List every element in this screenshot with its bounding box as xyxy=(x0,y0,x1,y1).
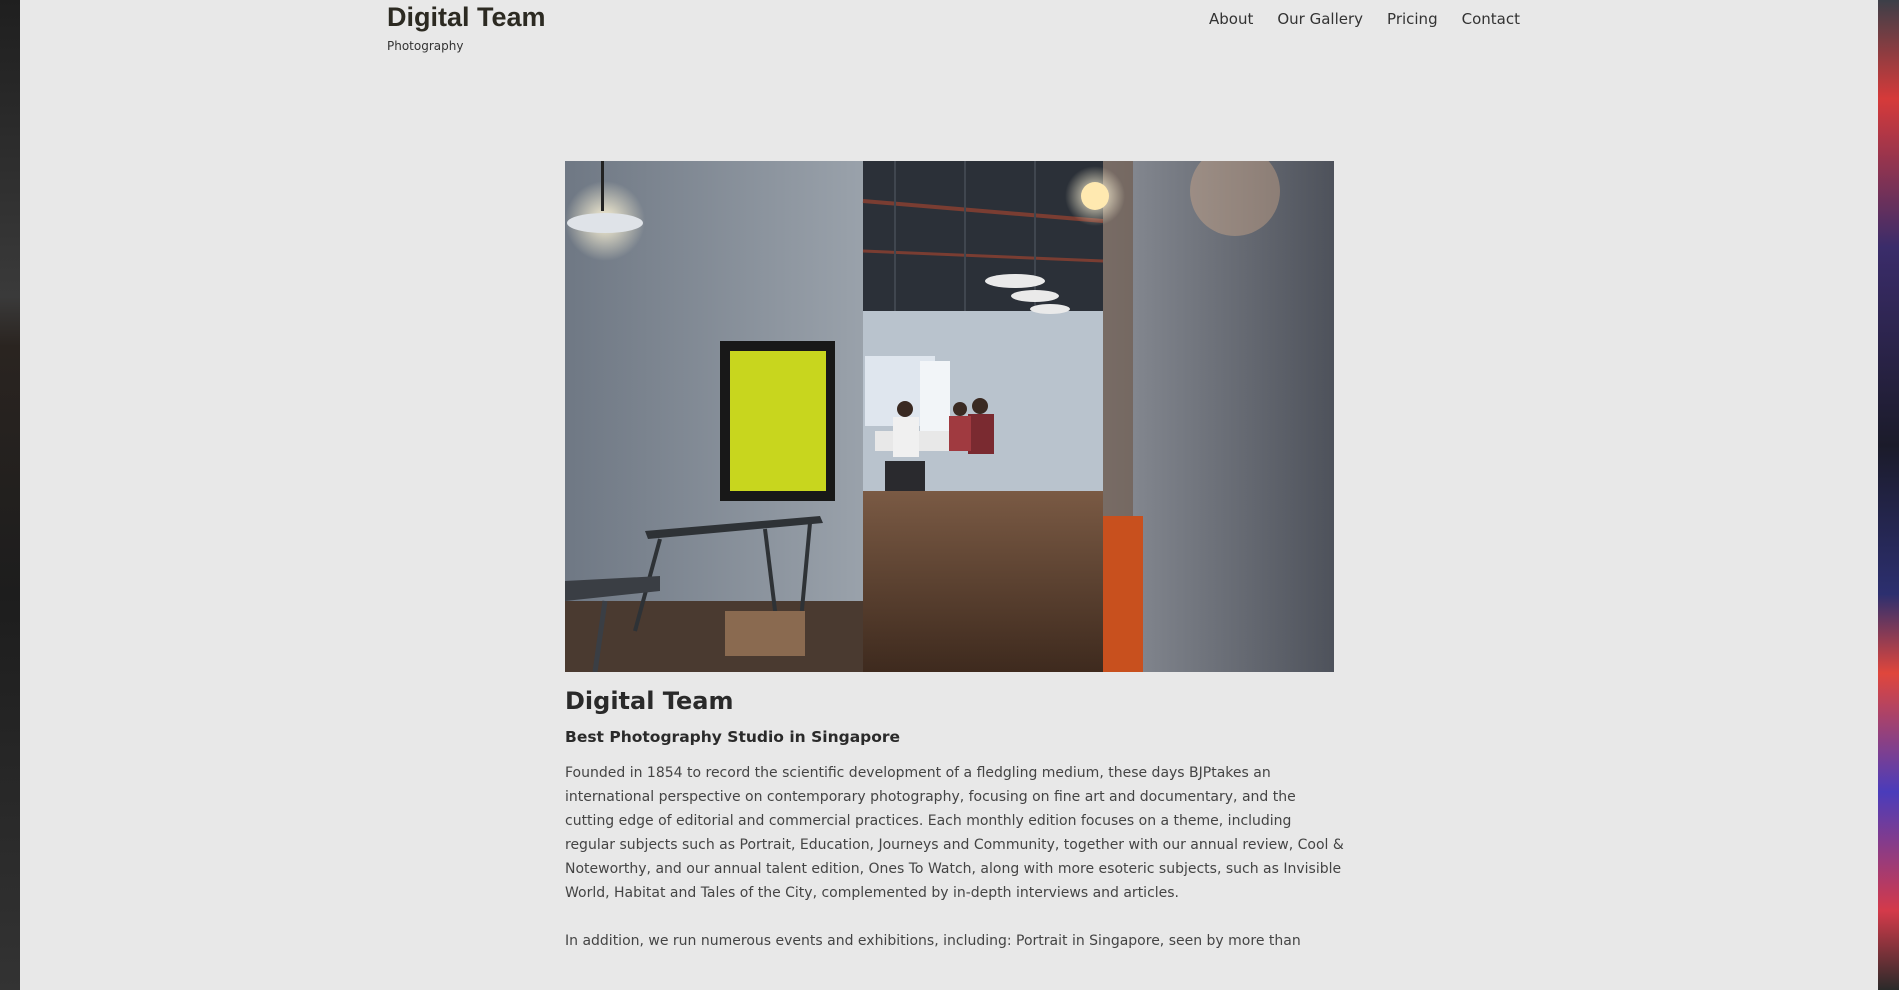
main-content: Digital Team Best Photography Studio in … xyxy=(565,686,1345,953)
page-title: Digital Team xyxy=(565,687,734,715)
main-nav: About Our Gallery Pricing Contact xyxy=(1209,9,1520,29)
site-title[interactable]: Digital Team xyxy=(387,0,546,34)
site-tagline: Photography xyxy=(387,39,464,53)
body-paragraph-1: Founded in 1854 to record the scientific… xyxy=(565,765,1344,901)
nav-item-pricing[interactable]: Pricing xyxy=(1387,9,1438,29)
nav-item-contact[interactable]: Contact xyxy=(1462,9,1520,29)
hero-image xyxy=(565,161,1334,672)
body-paragraph-2: In addition, we run numerous events and … xyxy=(565,933,1301,949)
nav-item-our-gallery[interactable]: Our Gallery xyxy=(1277,9,1363,29)
page-subtitle: Best Photography Studio in Singapore xyxy=(565,728,901,746)
nav-item-about[interactable]: About xyxy=(1209,9,1253,29)
brand[interactable]: Digital Team Photography xyxy=(387,0,546,53)
backdrop-right xyxy=(1878,0,1899,990)
site-header: Digital Team Photography About Our Galle… xyxy=(20,0,1878,60)
backdrop-left xyxy=(0,0,20,990)
page: Digital Team Photography About Our Galle… xyxy=(20,0,1878,990)
